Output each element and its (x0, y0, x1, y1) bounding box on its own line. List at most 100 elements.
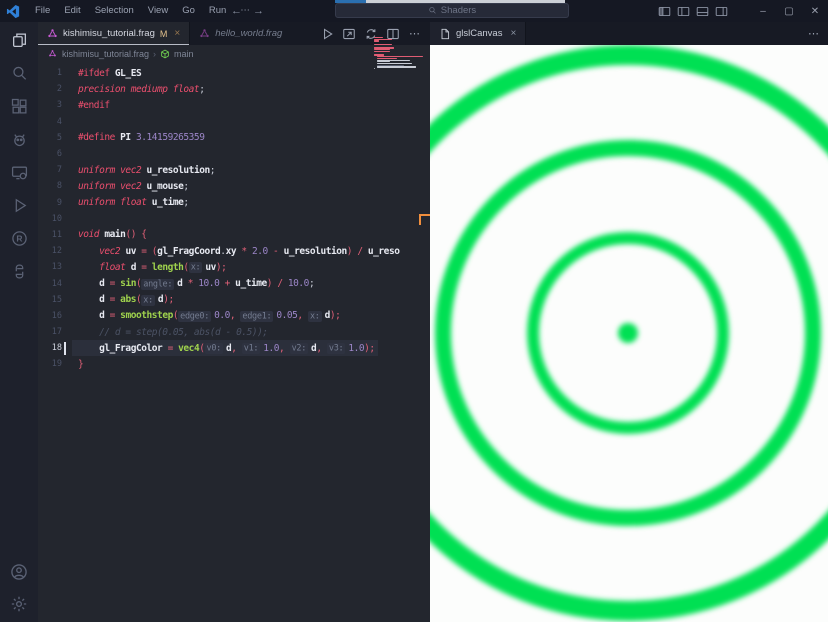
python-icon[interactable] (9, 261, 29, 281)
line-number: 6 (38, 149, 62, 159)
search-icon[interactable] (9, 63, 29, 83)
close-tab-icon[interactable]: × (174, 28, 180, 39)
bug-robot-icon[interactable] (9, 129, 29, 149)
code-line-8[interactable]: 8uniform vec2 u_mouse; (38, 178, 430, 194)
menu-run[interactable]: Run (202, 0, 233, 22)
tab-label: kishimisu_tutorial.frag (63, 28, 155, 39)
breadcrumb-separator: › (153, 49, 156, 59)
line-number: 18 (38, 343, 62, 353)
code-line-1[interactable]: 1#ifdef GL_ES (38, 65, 430, 81)
overview-ruler-marker (419, 214, 430, 225)
code-line-18[interactable]: 18 gl_FragColor = vec4(v0:d, v1:1.0, v2:… (38, 340, 430, 356)
layout-sidebar-right-icon[interactable] (715, 5, 728, 18)
title-bar: FileEditSelectionViewGoRun⋯ ← → Shaders … (0, 0, 828, 22)
tab-glslcanvas[interactable]: glslCanvas × (430, 22, 526, 45)
line-number: 17 (38, 327, 62, 337)
shader-preview-canvas (430, 45, 828, 622)
line-number: 3 (38, 100, 62, 110)
code-editor[interactable]: 1#ifdef GL_ES2precision mediump float;3#… (38, 62, 430, 622)
code-line-9[interactable]: 9uniform float u_time; (38, 195, 430, 211)
run-icon[interactable] (320, 27, 334, 41)
inlay-hint: edge1: (240, 311, 273, 322)
minimize-button[interactable]: – (750, 0, 776, 22)
code-line-16[interactable]: 16 d = smoothstep(edge0:0.0, edge1:0.05,… (38, 308, 430, 324)
back-arrow-icon[interactable]: ← (231, 5, 242, 17)
more-actions-icon[interactable]: ⋯ (808, 22, 820, 45)
line-number: 8 (38, 181, 62, 191)
svg-text:R: R (16, 233, 22, 243)
git-modified-badge: M (160, 29, 168, 39)
method-icon (160, 49, 170, 59)
line-number: 4 (38, 117, 62, 127)
tab-label: glslCanvas (456, 28, 502, 39)
line-number: 16 (38, 311, 62, 321)
code-line-3[interactable]: 3#endif (38, 97, 430, 113)
open-preview-icon[interactable] (342, 27, 356, 41)
line-number: 15 (38, 295, 62, 305)
editor-tab-bar: kishimisu_tutorial.frag M × hello_world.… (38, 22, 430, 45)
editor-group-preview: glslCanvas × ⋯ (430, 22, 828, 622)
document-icon (439, 28, 451, 40)
code-line-11[interactable]: 11void main() { (38, 227, 430, 243)
minimap[interactable] (374, 37, 424, 73)
code-line-19[interactable]: 19} (38, 356, 430, 372)
code-line-2[interactable]: 2precision mediump float; (38, 81, 430, 97)
layout-panel-icon[interactable] (677, 5, 690, 18)
menu-bar: FileEditSelectionViewGoRun⋯ (28, 0, 257, 22)
line-number: 7 (38, 165, 62, 175)
screen-preview-icon[interactable] (9, 162, 29, 182)
inlay-hint: edge0: (178, 311, 211, 322)
search-icon (428, 6, 437, 15)
code-line-12[interactable]: 12 vec2 uv = (gl_FragCoord.xy * 2.0 - u_… (38, 243, 430, 259)
close-button[interactable]: ✕ (802, 0, 828, 22)
menu-file[interactable]: File (28, 0, 57, 22)
menu-view[interactable]: View (141, 0, 175, 22)
code-line-15[interactable]: 15 d = abs(x:d); (38, 292, 430, 308)
code-line-5[interactable]: 5#define PI 3.14159265359 (38, 130, 430, 146)
layout-editor-grid-icon[interactable] (696, 5, 709, 18)
account-icon[interactable] (9, 562, 29, 582)
forward-arrow-icon[interactable]: → (253, 5, 264, 17)
line-number: 5 (38, 133, 62, 143)
command-center-search[interactable]: Shaders (335, 3, 569, 18)
concentric-rings (430, 55, 828, 611)
progress-bar (335, 0, 565, 3)
shader-file-icon (199, 28, 210, 39)
layout-sidebar-left-icon[interactable] (658, 5, 671, 18)
code-line-17[interactable]: 17 // d = step(0.05, abs(d - 0.5)); (38, 324, 430, 340)
editor-group-code: kishimisu_tutorial.frag M × hello_world.… (38, 22, 430, 622)
breadcrumb: kishimisu_tutorial.frag › main (38, 45, 430, 62)
line-number: 13 (38, 262, 62, 272)
maximize-button[interactable]: ▢ (776, 0, 802, 22)
menu-selection[interactable]: Selection (88, 0, 141, 22)
menu-edit[interactable]: Edit (57, 0, 87, 22)
layout-controls (658, 5, 728, 18)
breadcrumb-symbol[interactable]: main (174, 49, 194, 59)
menu-go[interactable]: Go (175, 0, 202, 22)
explorer-icon[interactable] (9, 30, 29, 50)
tab-hello-world[interactable]: hello_world.frag (190, 22, 291, 45)
run-debug-icon[interactable] (9, 195, 29, 215)
code-line-6[interactable]: 6 (38, 146, 430, 162)
code-line-4[interactable]: 4 (38, 114, 430, 130)
inlay-hint: x: (141, 295, 155, 306)
code-line-10[interactable]: 10 (38, 211, 430, 227)
inlay-hint: x: (308, 311, 322, 322)
code-line-14[interactable]: 14 d = sin(angle:d * 10.0 + u_time) / 10… (38, 275, 430, 291)
line-number: 19 (38, 359, 62, 369)
vscode-logo-icon (6, 4, 21, 19)
inlay-hint: x: (189, 262, 203, 273)
code-line-7[interactable]: 7uniform vec2 u_resolution; (38, 162, 430, 178)
line-number: 14 (38, 279, 62, 289)
line-number: 1 (38, 68, 62, 78)
code-line-13[interactable]: 13 float d = length(x:uv); (38, 259, 430, 275)
extensions-icon[interactable] (9, 96, 29, 116)
tab-kishimisu-tutorial[interactable]: kishimisu_tutorial.frag M × (38, 22, 190, 45)
inlay-hint: v3: (327, 343, 345, 354)
close-tab-icon[interactable]: × (510, 28, 516, 39)
inlay-hint: v1: (242, 343, 260, 354)
settings-gear-icon[interactable] (9, 594, 29, 614)
breadcrumb-file[interactable]: kishimisu_tutorial.frag (62, 49, 149, 59)
line-number: 11 (38, 230, 62, 240)
r-language-icon[interactable]: R (9, 228, 29, 248)
